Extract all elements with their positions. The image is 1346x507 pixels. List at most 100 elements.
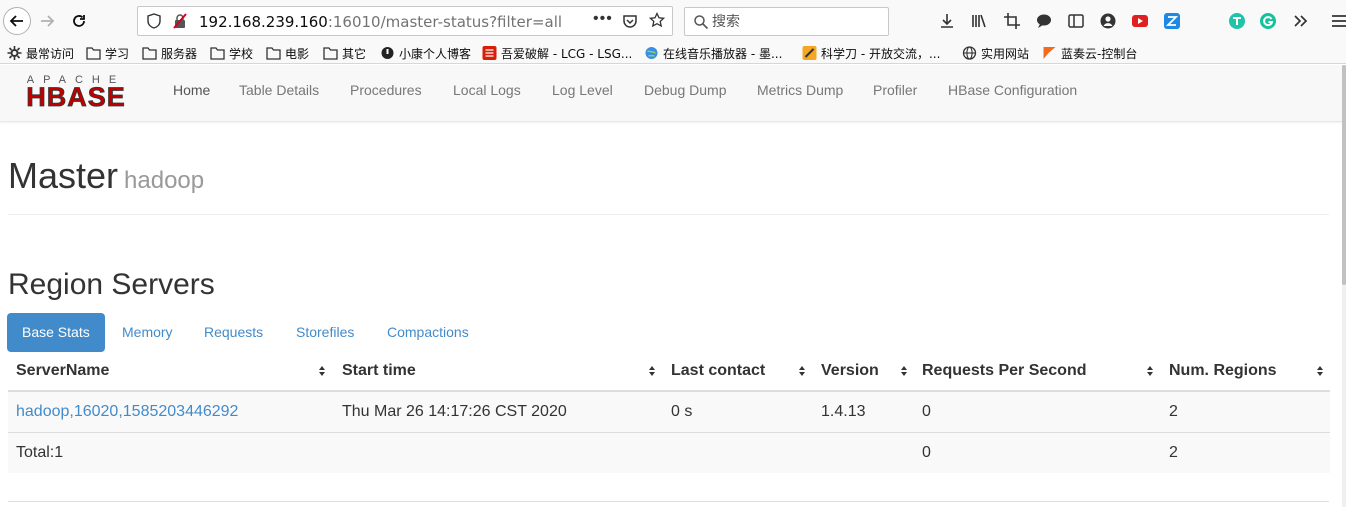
insecure-lock-icon[interactable] xyxy=(172,13,188,29)
sort-icon[interactable] xyxy=(900,365,908,377)
nav-hbase-configuration[interactable]: HBase Configuration xyxy=(948,82,1077,98)
sort-icon[interactable] xyxy=(318,365,326,377)
tab-storefiles[interactable]: Storefiles xyxy=(281,313,369,352)
reader-view-button[interactable] xyxy=(1067,12,1085,30)
bookmark-folder[interactable]: 学校 xyxy=(210,44,253,62)
page-title: Master hadoop xyxy=(8,155,204,197)
sort-icon[interactable] xyxy=(1316,365,1324,377)
nav-procedures[interactable]: Procedures xyxy=(350,82,422,98)
folder-icon xyxy=(323,47,338,60)
url-host: 192.168.239.160 xyxy=(199,13,328,31)
page-content: APACHE HBASE Home Table Details Procedur… xyxy=(0,65,1342,507)
column-header-version[interactable]: Version xyxy=(821,355,879,391)
bookmark-folder[interactable]: 电影 xyxy=(266,44,309,62)
screenshot-button[interactable] xyxy=(1003,12,1021,30)
bookmark-star-icon[interactable] xyxy=(649,12,665,28)
nav-home[interactable]: Home xyxy=(173,82,210,98)
nav-metrics-dump[interactable]: Metrics Dump xyxy=(757,82,843,98)
column-header-num-regions[interactable]: Num. Regions xyxy=(1169,355,1277,391)
blue-z-icon xyxy=(1164,13,1180,29)
bookmark-item[interactable]: 吾爱破解 - LCG - LSG... xyxy=(482,44,632,62)
bookmark-item[interactable]: 科学刀 - 开放交流，... xyxy=(802,44,940,62)
column-header-start-time[interactable]: Start time xyxy=(342,355,416,391)
reload-icon xyxy=(73,15,85,27)
url-bar[interactable]: 192.168.239.160:16010/master-status?filt… xyxy=(137,6,673,36)
table-row: hadoop,16020,1585203446292 Thu Mar 26 14… xyxy=(8,392,1330,432)
sort-icon[interactable] xyxy=(1146,365,1154,377)
page-actions-button[interactable]: ••• xyxy=(593,10,613,28)
reload-button[interactable] xyxy=(66,8,92,34)
nav-log-level[interactable]: Log Level xyxy=(552,82,613,98)
hamburger-icon xyxy=(1332,15,1346,27)
folder-icon xyxy=(210,47,225,60)
sort-icon[interactable] xyxy=(648,365,656,377)
video-extension-button[interactable] xyxy=(1131,12,1149,30)
shield-icon[interactable] xyxy=(146,13,162,29)
bookmark-item[interactable]: 最常访问 xyxy=(7,44,74,62)
column-header-requests-per-second[interactable]: Requests Per Second xyxy=(922,355,1087,391)
version-cell: 1.4.13 xyxy=(821,403,866,420)
grammarly-button[interactable] xyxy=(1259,12,1277,30)
nav-profiler[interactable]: Profiler xyxy=(873,82,917,98)
sidebar-icon xyxy=(1068,14,1084,28)
server-name-link[interactable]: hadoop,16020,1585203446292 xyxy=(16,403,238,421)
url-path: :16010/master-status?filter=all xyxy=(327,13,563,31)
nav-local-logs[interactable]: Local Logs xyxy=(453,82,521,98)
bookmark-folder[interactable]: 学习 xyxy=(86,44,129,62)
bookmark-folder[interactable]: 服务器 xyxy=(142,44,197,62)
total-num-regions: 2 xyxy=(1169,444,1178,461)
folder-icon xyxy=(86,47,101,60)
search-bar[interactable] xyxy=(684,7,889,36)
bookmark-label: 在线音乐播放器 - 墨... xyxy=(663,46,783,61)
blue-globe-site-icon xyxy=(645,47,658,59)
menu-button[interactable] xyxy=(1330,12,1346,30)
bookmark-item[interactable]: 小康个人博客 xyxy=(380,44,471,62)
orange-flag-site-icon xyxy=(1043,47,1056,59)
requests-per-second-cell: 0 xyxy=(922,403,931,420)
forward-button[interactable] xyxy=(34,8,60,34)
back-button[interactable] xyxy=(3,7,31,35)
video-play-icon xyxy=(1132,15,1148,27)
column-header-servername[interactable]: ServerName xyxy=(16,355,109,391)
black-circle-site-icon xyxy=(381,47,394,59)
tab-memory[interactable]: Memory xyxy=(107,313,188,352)
total-label: Total:1 xyxy=(16,444,64,461)
sort-icon[interactable] xyxy=(798,365,806,377)
bookmark-item[interactable]: 蓝奏云-控制台 xyxy=(1042,44,1137,62)
tab-requests[interactable]: Requests xyxy=(189,313,278,352)
teal-t-circle-icon xyxy=(1229,13,1245,29)
orange-knife-site-icon xyxy=(802,46,817,60)
bookmark-label: 学习 xyxy=(105,46,130,61)
column-header-last-contact[interactable]: Last contact xyxy=(671,355,765,391)
nav-table-details[interactable]: Table Details xyxy=(239,82,319,98)
search-input[interactable] xyxy=(712,12,882,32)
arrow-right-icon xyxy=(41,15,55,27)
hbase-logo[interactable]: APACHE HBASE xyxy=(8,72,144,108)
bookmark-label: 服务器 xyxy=(161,46,198,61)
red-square-site-icon xyxy=(482,46,497,60)
tab-base-stats[interactable]: Base Stats xyxy=(7,313,105,352)
account-button[interactable] xyxy=(1099,12,1117,30)
bookmark-folder[interactable]: 其它 xyxy=(323,44,366,62)
pocket-icon[interactable] xyxy=(622,13,638,29)
bookmark-item[interactable]: 在线音乐播放器 - 墨... xyxy=(644,44,782,62)
bookmark-item[interactable]: 实用网站 xyxy=(962,44,1029,62)
overflow-menu-button[interactable] xyxy=(1291,12,1309,30)
folder-icon xyxy=(266,47,281,60)
globe-icon xyxy=(962,46,977,60)
tab-compactions[interactable]: Compactions xyxy=(372,313,484,352)
translate-extension-button[interactable] xyxy=(1228,12,1246,30)
double-chevron-icon xyxy=(1294,15,1308,27)
bookmark-label: 其它 xyxy=(342,46,367,61)
bookmarks-bar: 最常访问 学习 服务器 学校 电影 其它 小康个人博客 吾爱破解 - LCG -… xyxy=(0,42,1346,64)
chat-extension-button[interactable] xyxy=(1035,12,1053,30)
nav-debug-dump[interactable]: Debug Dump xyxy=(644,82,727,98)
scrollbar-thumb[interactable] xyxy=(1342,65,1346,285)
zhihu-extension-button[interactable] xyxy=(1163,12,1181,30)
downloads-button[interactable] xyxy=(938,12,956,30)
library-button[interactable] xyxy=(970,12,988,30)
bookmark-label: 吾爱破解 - LCG - LSG... xyxy=(501,46,633,61)
url-text[interactable]: 192.168.239.160:16010/master-status?filt… xyxy=(199,13,562,31)
search-icon xyxy=(694,15,709,30)
bookmark-label: 学校 xyxy=(229,46,254,61)
